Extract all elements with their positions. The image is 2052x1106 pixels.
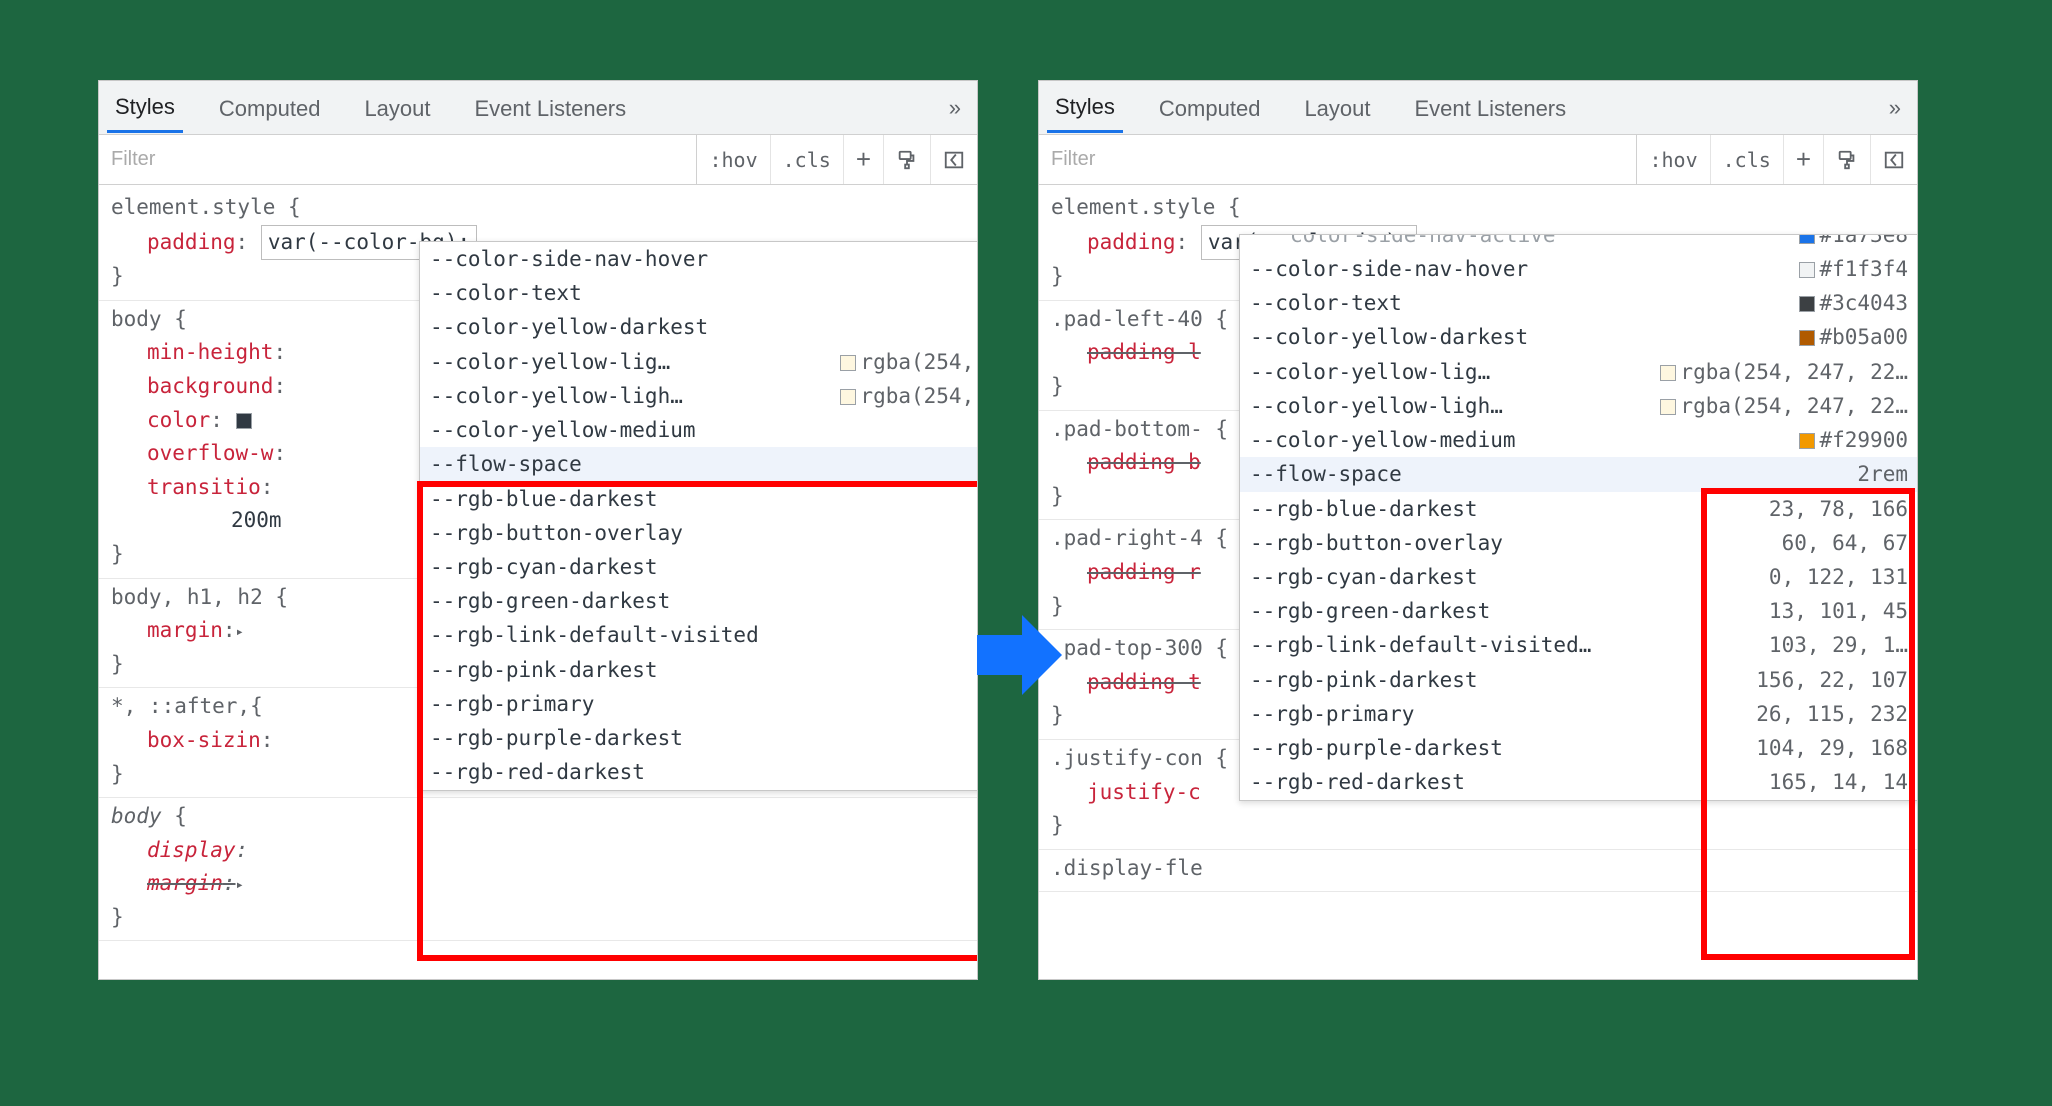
- cls-button[interactable]: .cls: [1710, 135, 1783, 184]
- toggle-pane-icon[interactable]: [1870, 135, 1917, 184]
- autocomplete-item[interactable]: --rgb-pink-darkest156, 22, 107: [1240, 663, 1917, 697]
- autocomplete-item[interactable]: --color-yellow-ligh…rgba(254, 247, 22…: [420, 379, 977, 413]
- paint-icon[interactable]: [883, 135, 930, 184]
- autocomplete-item[interactable]: --rgb-primary26, 115, 232: [1240, 697, 1917, 731]
- autocomplete-item[interactable]: --color-side-nav-hover#f1f3f4: [1240, 252, 1917, 286]
- autocomplete-item[interactable]: --rgb-blue-darkest23, 78, 166: [1240, 492, 1917, 526]
- tab-event-listeners[interactable]: Event Listeners: [1407, 84, 1575, 132]
- more-tabs-icon[interactable]: »: [1889, 95, 1909, 121]
- autocomplete-item[interactable]: --rgb-green-darkest13, 101, 45: [1240, 594, 1917, 628]
- tab-event-listeners[interactable]: Event Listeners: [467, 84, 635, 132]
- tab-styles[interactable]: Styles: [1047, 82, 1123, 133]
- autocomplete-item[interactable]: --rgb-purple-darkest: [420, 721, 977, 755]
- tab-computed[interactable]: Computed: [1151, 84, 1269, 132]
- autocomplete-item[interactable]: --rgb-purple-darkest104, 29, 168: [1240, 731, 1917, 765]
- autocomplete-item[interactable]: --rgb-red-darkest165, 14, 14: [1240, 765, 1917, 799]
- autocomplete-item[interactable]: --color-yellow-medium#f29900: [1240, 423, 1917, 457]
- css-var-autocomplete[interactable]: --color-side-nav-hover#f1f3f4--color-tex…: [419, 241, 977, 791]
- filter-input[interactable]: [99, 148, 696, 171]
- add-rule-button[interactable]: +: [843, 135, 883, 184]
- autocomplete-item[interactable]: --color-yellow-lig…rgba(254, 247, 22…: [420, 345, 977, 379]
- hov-button[interactable]: :hov: [696, 135, 769, 184]
- autocomplete-item[interactable]: --rgb-primary: [420, 687, 977, 721]
- css-rule[interactable]: .display-fle: [1039, 850, 1917, 893]
- styles-toolbar: :hov .cls +: [1039, 135, 1917, 185]
- autocomplete-item[interactable]: --color-text#3c4043: [1240, 286, 1917, 320]
- autocomplete-item[interactable]: --rgb-cyan-darkest: [420, 550, 977, 584]
- tab-layout[interactable]: Layout: [356, 84, 438, 132]
- autocomplete-item[interactable]: --rgb-green-darkest: [420, 584, 977, 618]
- autocomplete-item[interactable]: --flow-space2rem: [1240, 457, 1917, 491]
- paint-icon[interactable]: [1823, 135, 1870, 184]
- autocomplete-item[interactable]: --rgb-link-default-visited…103, 29, 1…: [1240, 628, 1917, 662]
- styles-content: element.style { padding: var(--color-bg)…: [1039, 185, 1917, 979]
- css-rule[interactable]: body {display:margin:▸}: [99, 798, 977, 941]
- autocomplete-item[interactable]: --rgb-blue-darkest: [420, 482, 977, 516]
- autocomplete-item[interactable]: --color-yellow-lig…rgba(254, 247, 22…: [1240, 355, 1917, 389]
- toggle-pane-icon[interactable]: [930, 135, 977, 184]
- autocomplete-item[interactable]: --color-yellow-darkest#b05a00: [420, 310, 977, 344]
- tab-styles[interactable]: Styles: [107, 82, 183, 133]
- css-var-autocomplete[interactable]: color-side-nav-active #1a73e8 --color-si…: [1239, 234, 1917, 801]
- filter-input[interactable]: [1039, 148, 1636, 171]
- tab-computed[interactable]: Computed: [211, 84, 329, 132]
- autocomplete-item[interactable]: --color-text#3c4043: [420, 276, 977, 310]
- styles-toolbar: :hov .cls +: [99, 135, 977, 185]
- autocomplete-item[interactable]: --rgb-button-overlay: [420, 516, 977, 550]
- hov-button[interactable]: :hov: [1636, 135, 1709, 184]
- styles-panel-before: Styles Computed Layout Event Listeners »…: [98, 80, 978, 980]
- autocomplete-item[interactable]: --rgb-pink-darkest: [420, 653, 977, 687]
- devtools-tabs: Styles Computed Layout Event Listeners »: [1039, 81, 1917, 135]
- autocomplete-item[interactable]: --color-yellow-darkest#b05a00: [1240, 320, 1917, 354]
- autocomplete-item[interactable]: --color-yellow-medium#f29900: [420, 413, 977, 447]
- styles-panel-after: Styles Computed Layout Event Listeners »…: [1038, 80, 1918, 980]
- autocomplete-item[interactable]: --flow-space: [420, 447, 977, 481]
- devtools-tabs: Styles Computed Layout Event Listeners »: [99, 81, 977, 135]
- autocomplete-item[interactable]: color-side-nav-active #1a73e8: [1240, 235, 1917, 252]
- tab-layout[interactable]: Layout: [1296, 84, 1378, 132]
- add-rule-button[interactable]: +: [1783, 135, 1823, 184]
- autocomplete-item[interactable]: --rgb-red-darkest: [420, 755, 977, 789]
- autocomplete-item[interactable]: --rgb-link-default-visited: [420, 618, 977, 652]
- autocomplete-item[interactable]: --color-side-nav-hover#f1f3f4: [420, 242, 977, 276]
- styles-content: element.style { padding: var(--color-bg)…: [99, 185, 977, 979]
- autocomplete-item[interactable]: --rgb-button-overlay60, 64, 67: [1240, 526, 1917, 560]
- autocomplete-item[interactable]: --rgb-cyan-darkest0, 122, 131: [1240, 560, 1917, 594]
- autocomplete-item[interactable]: --color-yellow-ligh…rgba(254, 247, 22…: [1240, 389, 1917, 423]
- more-tabs-icon[interactable]: »: [949, 95, 969, 121]
- cls-button[interactable]: .cls: [770, 135, 843, 184]
